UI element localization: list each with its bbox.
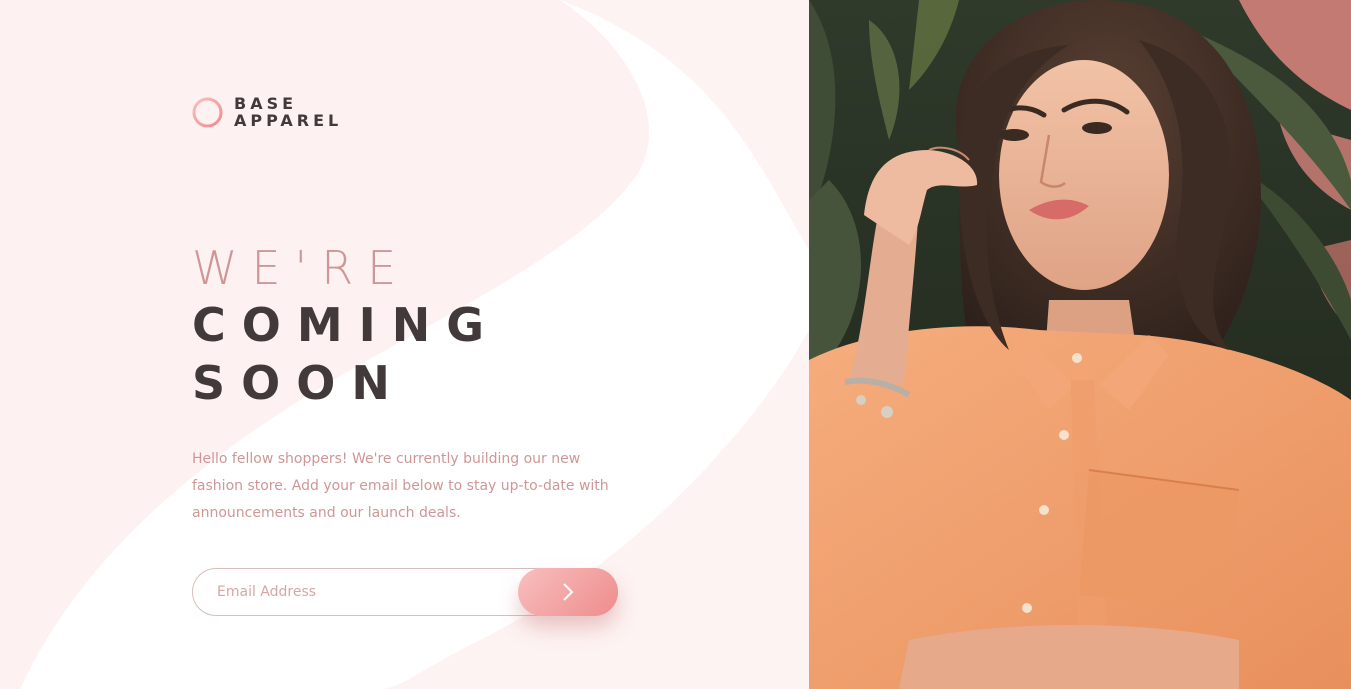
heading-light-line: WE'RE [192,241,411,295]
brand-line1: BASE [234,94,298,113]
ring-icon [192,97,223,127]
page-heading: WE'RE COMING SOON [192,240,500,412]
description-text: Hello fellow shoppers! We're currently b… [192,451,609,521]
content-column: BASE APPAREL WE'RE COMING SOON Hello fel… [192,0,792,689]
chevron-right-icon [563,583,574,601]
coming-soon-page: BASE APPAREL WE'RE COMING SOON Hello fel… [0,0,1351,689]
brand-line2: APPAREL [234,111,343,130]
email-signup-form [192,568,618,616]
hero-image [809,0,1351,689]
brand-logo[interactable]: BASE APPAREL [192,95,342,129]
left-panel: BASE APPAREL WE'RE COMING SOON Hello fel… [0,0,809,689]
brand-name: BASE APPAREL [234,95,342,129]
heading-bold-line1: COMING [192,298,501,352]
heading-bold-line2: SOON [192,356,406,410]
submit-button[interactable] [518,568,618,616]
hero-photo-illustration [809,0,1351,689]
